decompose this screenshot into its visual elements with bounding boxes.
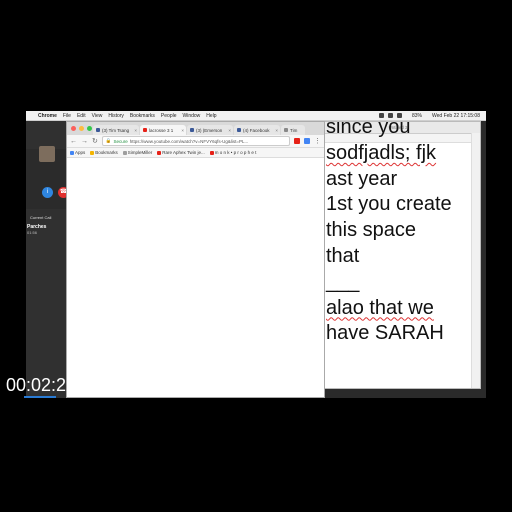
bookmark-label: m o n k • p r o p h e t	[214, 150, 257, 155]
address-bar[interactable]: 🔒 Secure https://www.youtube.com/watch?v…	[101, 136, 290, 146]
apps-icon	[70, 150, 74, 155]
bookmarks-bar: Apps Bookmarks SimpleMiller Rare Aphex T…	[67, 148, 324, 158]
browser-tab-active[interactable]: lacrosse 3 1 ×	[140, 125, 186, 135]
close-tab-icon[interactable]: ×	[275, 128, 278, 133]
call-duration: 01:56	[27, 230, 38, 235]
menu-people[interactable]: People	[161, 113, 177, 119]
facebook-icon	[237, 128, 241, 132]
close-tab-icon[interactable]: ×	[181, 128, 184, 133]
doc-line: ast year	[326, 167, 398, 190]
tab-label: (3) Tim Tsang	[102, 127, 130, 133]
call-header: Current Call	[30, 215, 52, 220]
bookmark-apps[interactable]: Apps	[70, 150, 85, 155]
youtube-icon	[209, 150, 214, 155]
menu-icon[interactable]: ⋮	[314, 137, 321, 145]
browser-tab[interactable]: (3) (Emerson ×	[187, 125, 233, 135]
reload-icon[interactable]: ↻	[92, 137, 98, 145]
close-tab-icon[interactable]: ×	[228, 128, 231, 133]
page-icon	[284, 128, 288, 132]
wifi-icon[interactable]	[396, 113, 402, 118]
menu-view[interactable]: View	[92, 113, 103, 119]
extension-icon[interactable]	[294, 138, 300, 144]
extension-icon[interactable]	[304, 138, 310, 144]
tab-label: lacrosse 3 1	[149, 127, 174, 133]
document-window: Untitled 3 since you sodfjadls; fjk ast …	[315, 121, 481, 389]
caller-video-thumbnail	[39, 146, 55, 162]
menu-bookmarks[interactable]: Bookmarks	[130, 113, 155, 119]
bookmark-simplemiller[interactable]: SimpleMiller	[122, 150, 153, 155]
bookmark-bookmarks[interactable]: Bookmarks	[90, 150, 118, 155]
doc-line: ___	[326, 270, 360, 293]
youtube-icon	[157, 150, 162, 155]
bookmark-monk[interactable]: m o n k • p r o p h e t	[209, 150, 257, 155]
window-controls	[71, 126, 92, 131]
doc-line: this space	[326, 219, 417, 242]
mac-menubar: Chrome File Edit View History Bookmarks …	[26, 111, 486, 121]
bookmark-label: SimpleMiller	[127, 150, 153, 155]
zoom-window-icon[interactable]	[87, 126, 92, 131]
status-icon[interactable]	[387, 113, 393, 118]
timecode-overlay: 00:02:22;11	[6, 375, 100, 395]
tab-label: Tim	[290, 127, 298, 133]
doc-line: sodfjadls; fjk	[326, 141, 437, 164]
menu-window[interactable]: Window	[183, 113, 201, 119]
doc-line: have SARAH	[326, 322, 444, 345]
call-info-button[interactable]: i	[42, 187, 53, 198]
page-content[interactable]	[67, 158, 324, 397]
tab-label: (4) Facebook	[243, 127, 270, 133]
scrollbar[interactable]	[471, 133, 480, 388]
doc-line: alao that we	[326, 296, 434, 319]
menubar-clock[interactable]: Wed Feb 22 17:15:08	[432, 113, 480, 119]
menu-file[interactable]: File	[63, 113, 71, 119]
battery-level[interactable]: 83%	[412, 113, 422, 119]
close-window-icon[interactable]	[71, 126, 76, 131]
lock-icon: 🔒	[105, 138, 112, 143]
tab-label: (3) (Emerson	[196, 127, 223, 133]
status-icon[interactable]	[378, 113, 384, 118]
browser-tab[interactable]: (3) Tim Tsang ×	[93, 125, 139, 135]
browser-tab[interactable]: Tim	[281, 125, 305, 135]
menu-help[interactable]: Help	[206, 113, 216, 119]
back-icon[interactable]: ←	[70, 138, 77, 145]
bookmark-label: Rare Aphex Twin je...	[162, 150, 205, 155]
chrome-window: (3) Tim Tsang × lacrosse 3 1 × (3) (Emerso…	[66, 121, 325, 398]
facebook-icon	[96, 128, 100, 132]
secure-label: Secure	[113, 138, 128, 144]
bookmark-label: Apps	[75, 150, 86, 155]
close-tab-icon[interactable]: ×	[134, 128, 137, 133]
minimize-window-icon[interactable]	[79, 126, 84, 131]
bookmark-aphex[interactable]: Rare Aphex Twin je...	[157, 150, 205, 155]
tab-strip: (3) Tim Tsang × lacrosse 3 1 × (3) (Emerso…	[67, 122, 324, 135]
doc-line: 1st you create	[326, 193, 452, 216]
doc-line: since you	[326, 121, 411, 138]
browser-tab[interactable]: (4) Facebook ×	[234, 125, 280, 135]
facebook-icon	[190, 128, 194, 132]
bookmark-label: Bookmarks	[95, 150, 118, 155]
document-body[interactable]: since you sodfjadls; fjk ast year 1st yo…	[326, 122, 470, 347]
timecode-underline	[24, 396, 56, 398]
browser-toolbar: ← → ↻ 🔒 Secure https://www.youtube.com/w…	[67, 135, 324, 148]
youtube-icon	[143, 128, 147, 132]
page-icon	[122, 150, 127, 155]
status-area: 83% Wed Feb 22 17:15:08	[378, 113, 480, 119]
forward-icon[interactable]: →	[81, 138, 88, 145]
doc-line: that	[326, 244, 360, 267]
url-text: https://www.youtube.com/watch?v=NFVY6qfs…	[129, 138, 249, 144]
menu-app-chrome[interactable]: Chrome	[38, 113, 57, 119]
menu-history[interactable]: History	[108, 113, 124, 119]
star-icon	[90, 150, 95, 155]
menu-edit[interactable]: Edit	[77, 113, 86, 119]
